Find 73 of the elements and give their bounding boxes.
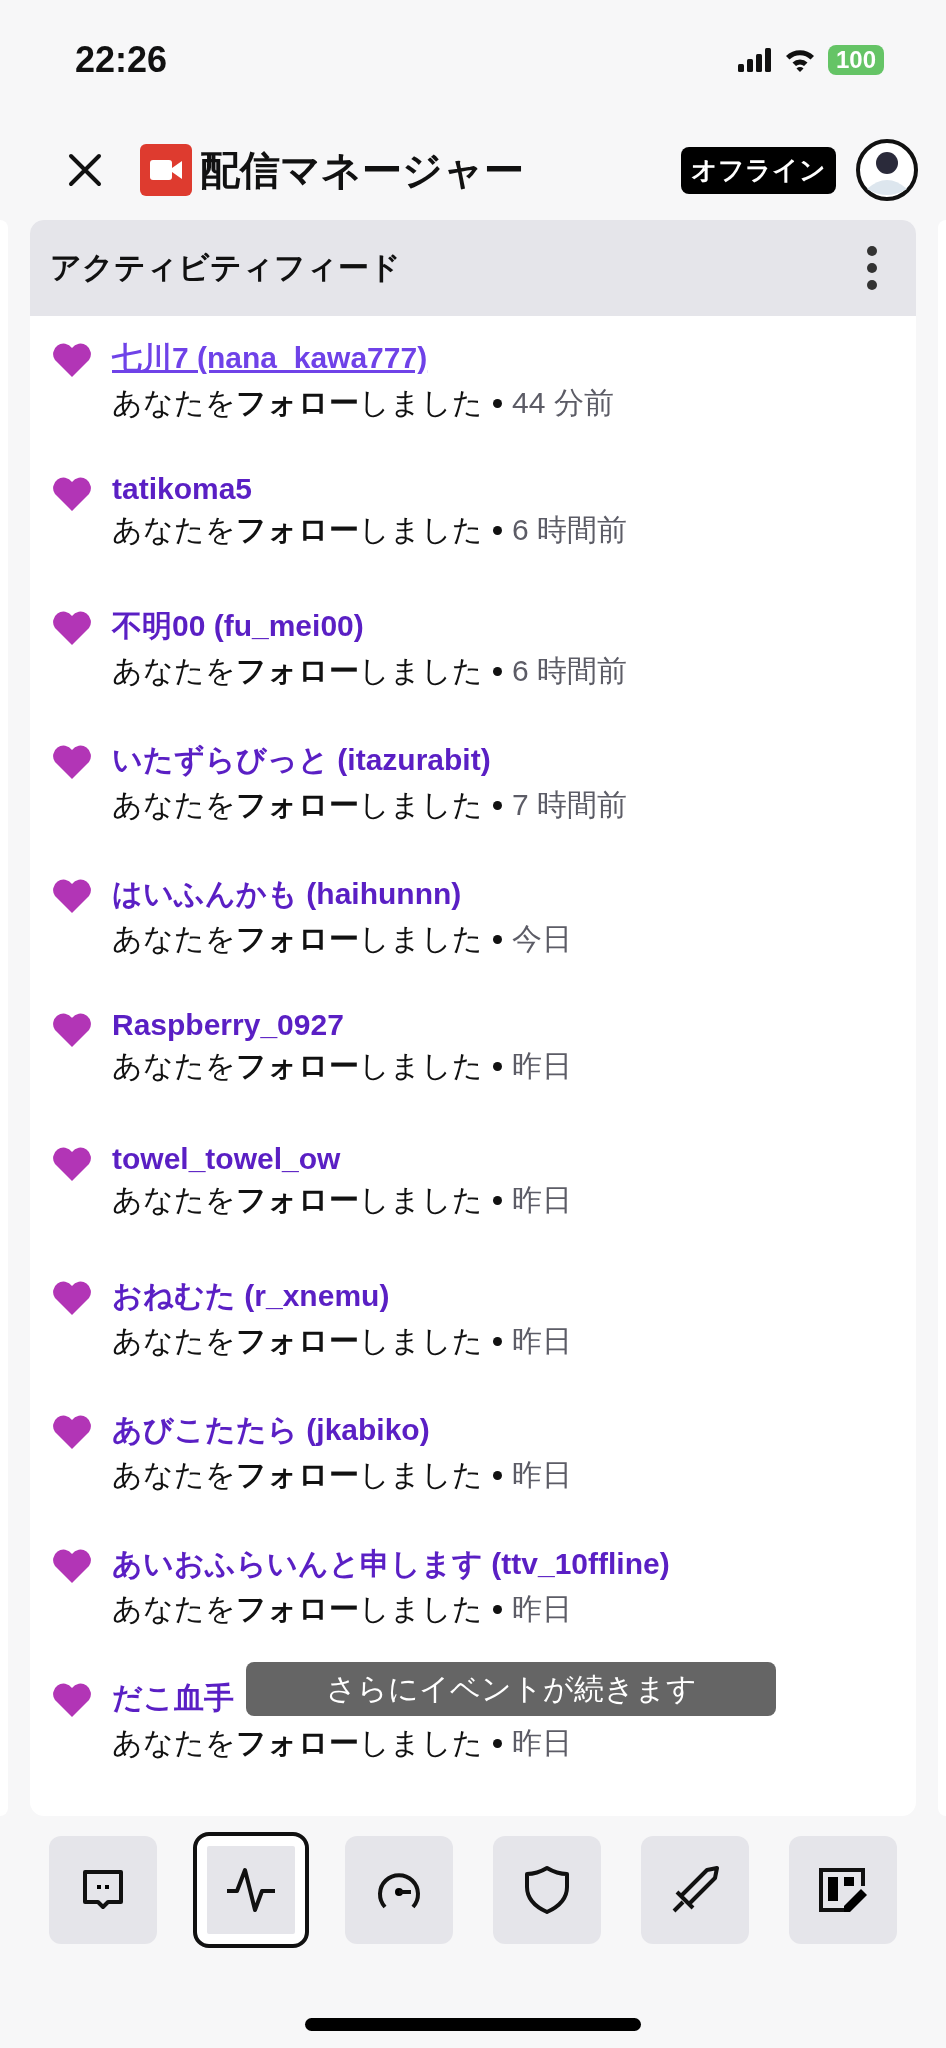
more-icon[interactable]	[866, 245, 878, 291]
user-name-link[interactable]: あびこたたら (jkabiko)	[112, 1410, 572, 1451]
user-name-link[interactable]: 七川7 (nana_kawa777)	[112, 338, 614, 379]
status-time: 22:26	[75, 39, 168, 81]
event-time: 44 分前	[512, 385, 614, 421]
event-message: あなたをフォローしました	[112, 1323, 483, 1359]
bullet-dot	[493, 1337, 502, 1346]
bullet-dot	[493, 935, 502, 944]
event-time: 昨日	[512, 1048, 572, 1084]
event-time: 今日	[512, 921, 572, 957]
shield-icon	[524, 1865, 570, 1915]
event-message: あなたをフォローしました	[112, 1725, 483, 1761]
offline-status: オフライン	[681, 146, 836, 194]
user-name-link[interactable]: あいおふらいんと申します (ttv_10ffline)	[112, 1544, 670, 1585]
feed-title: アクティビティフィード	[50, 249, 401, 287]
event-message: あなたをフォローしました	[112, 1182, 483, 1218]
event-message: あなたをフォローしました	[112, 385, 483, 421]
user-name-link[interactable]: Raspberry_0927	[112, 1008, 572, 1042]
heart-icon	[52, 1414, 92, 1450]
heart-icon	[52, 1280, 92, 1316]
heart-icon	[52, 610, 92, 646]
bullet-dot	[493, 399, 502, 408]
user-name-link[interactable]: おねむた (r_xnemu)	[112, 1276, 572, 1317]
pulse-icon	[225, 1867, 277, 1913]
user-name-link[interactable]: 不明00 (fu_mei00)	[112, 606, 628, 647]
heart-icon	[52, 342, 92, 378]
heart-icon	[52, 1548, 92, 1584]
chat-tab[interactable]	[49, 1836, 157, 1944]
bullet-dot	[493, 1471, 502, 1480]
event-message: あなたをフォローしました	[112, 1591, 483, 1627]
event-time: 昨日	[512, 1591, 572, 1627]
event-time: 7 時間前	[512, 787, 628, 823]
event-message: あなたをフォローしました	[112, 1048, 483, 1084]
avatar[interactable]	[856, 139, 918, 201]
event-time: 昨日	[512, 1323, 572, 1359]
bullet-dot	[493, 1605, 502, 1614]
event-message: あなたをフォローしました	[112, 1457, 483, 1493]
bullet-dot	[493, 1062, 502, 1071]
bullet-dot	[493, 1739, 502, 1748]
bullet-dot	[493, 667, 502, 676]
app-title: 配信マネージャー	[200, 146, 524, 194]
bullet-dot	[493, 801, 502, 810]
event-message: あなたをフォローしました	[112, 921, 483, 957]
sword-tab[interactable]	[641, 1836, 749, 1944]
event-time: 6 時間前	[512, 653, 628, 689]
user-name-link[interactable]: はいふんかも (haihunnn)	[112, 874, 572, 915]
event-time: 6 時間前	[512, 512, 628, 548]
signal-icon	[737, 48, 772, 72]
event-time: 昨日	[512, 1182, 572, 1218]
event-time: 昨日	[512, 1725, 572, 1761]
user-name-link[interactable]: いたずらびっと (itazurabit)	[112, 740, 628, 781]
layout-edit-tab[interactable]	[789, 1836, 897, 1944]
user-name-link[interactable]: tatikoma5	[112, 472, 628, 506]
heart-icon	[52, 744, 92, 780]
heart-icon	[52, 1682, 92, 1718]
event-time: 昨日	[512, 1457, 572, 1493]
shield-tab[interactable]	[493, 1836, 601, 1944]
heart-icon	[52, 1012, 92, 1048]
video-camera-icon	[140, 144, 192, 196]
battery-level: 100	[827, 45, 884, 75]
event-message: あなたをフォローしました	[112, 787, 483, 823]
event-message: あなたをフォローしました	[112, 512, 483, 548]
heart-icon	[52, 878, 92, 914]
event-message: あなたをフォローしました	[112, 653, 483, 689]
bullet-dot	[493, 526, 502, 535]
more-events-toast: さらにイベントが続きます	[246, 1662, 776, 1716]
speedometer-tab[interactable]	[345, 1836, 453, 1944]
layout-edit-icon	[817, 1866, 869, 1914]
user-name-link[interactable]: towel_towel_ow	[112, 1142, 572, 1176]
bullet-dot	[493, 1196, 502, 1205]
heart-icon	[52, 1146, 92, 1182]
close-icon[interactable]	[68, 153, 102, 187]
heart-icon	[52, 476, 92, 512]
